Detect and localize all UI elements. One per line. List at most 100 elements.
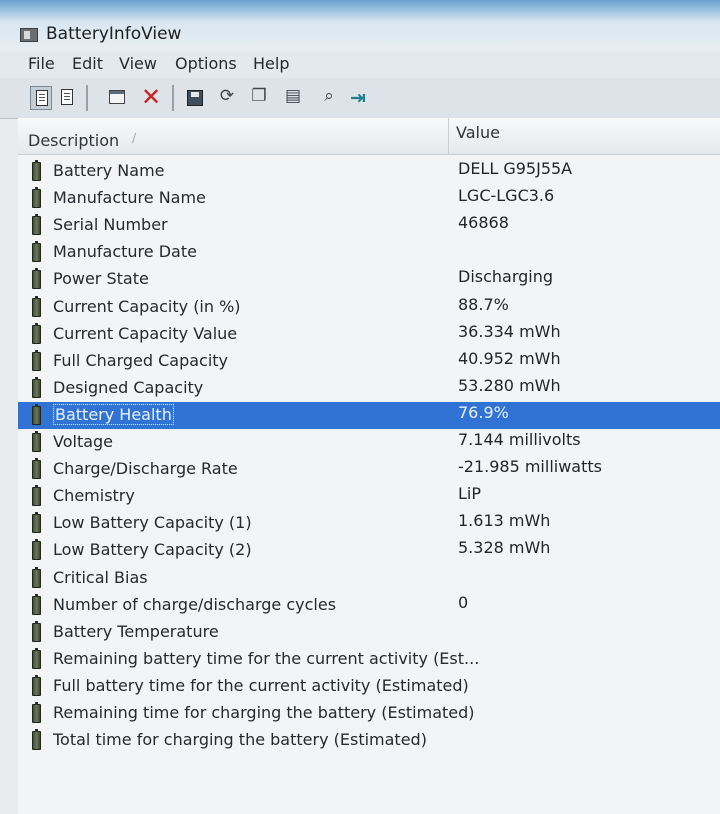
row-description: Battery Temperature: [53, 621, 219, 641]
battery-icon: [32, 702, 41, 723]
list-row[interactable]: Critical Bias: [18, 565, 720, 592]
row-description: Manufacture Name: [53, 188, 206, 208]
row-value: 5.328 mWh: [458, 538, 551, 558]
list-row[interactable]: Low Battery Capacity (1) 1.613 mWh: [18, 510, 720, 537]
list-header: Description / Value: [18, 118, 720, 155]
battery-app-icon: [20, 28, 38, 42]
column-divider[interactable]: [448, 118, 449, 154]
battery-icon: [32, 322, 41, 344]
menu-file[interactable]: File: [28, 54, 55, 73]
column-header-value[interactable]: Value: [456, 123, 500, 142]
menu-help[interactable]: Help: [253, 54, 289, 73]
properties-icon[interactable]: ▤: [282, 86, 304, 110]
list-row[interactable]: Battery Health 76.9%: [18, 401, 720, 429]
exit-icon[interactable]: ⇥: [346, 86, 368, 110]
battery-icon: [32, 539, 41, 561]
battery-icon: [32, 566, 41, 588]
refresh-icon[interactable]: ⟳: [216, 86, 238, 110]
list-row[interactable]: Chemistry LiP: [18, 483, 720, 510]
row-value: LiP: [458, 484, 482, 504]
list-row[interactable]: Designed Capacity 53.280 mWh: [18, 375, 720, 402]
row-value: 76.9%: [458, 402, 509, 422]
row-description: Low Battery Capacity (1): [53, 513, 252, 533]
row-description: Power State: [53, 269, 149, 289]
list-row[interactable]: Full Charged Capacity 40.952 mWh: [18, 348, 720, 375]
list-row[interactable]: Remaining battery time for the current a…: [18, 646, 720, 673]
view-mode-icon[interactable]: [30, 86, 52, 110]
battery-icon: [32, 160, 41, 181]
row-description: Serial Number: [53, 215, 168, 235]
row-value: 40.952 mWh: [458, 348, 561, 368]
row-description: Current Capacity (in %): [53, 296, 241, 316]
battery-icon: [32, 403, 41, 425]
row-description: Critical Bias: [53, 567, 148, 587]
list-row[interactable]: Low Battery Capacity (2) 5.328 mWh: [18, 537, 720, 564]
toolbar-separator: [86, 85, 88, 111]
row-value: 88.7%: [458, 294, 509, 314]
battery-icon: [32, 431, 41, 452]
list-row[interactable]: Current Capacity (in %) 88.7%: [18, 294, 720, 321]
row-description: Number of charge/discharge cycles: [53, 594, 337, 614]
row-value: Discharging: [458, 267, 554, 287]
row-description: Current Capacity Value: [53, 323, 238, 343]
copy-icon[interactable]: ❐: [248, 86, 270, 110]
battery-icon: [32, 214, 41, 236]
battery-icon: [32, 458, 41, 480]
row-description: Charge/Discharge Rate: [53, 459, 238, 479]
sort-arrow-icon: /: [132, 131, 137, 145]
list-row[interactable]: Manufacture Date: [18, 239, 720, 266]
menu-bar: File Edit View Options Help: [0, 52, 720, 78]
list-row[interactable]: Remaining time for charging the battery …: [18, 700, 720, 727]
row-value: DELL G95J55A: [458, 159, 573, 178]
row-value: 36.334 mWh: [458, 321, 561, 341]
list-row[interactable]: Serial Number 46868: [18, 212, 720, 239]
list-row[interactable]: Full battery time for the current activi…: [18, 673, 720, 700]
title-bar: BatteryInfoView: [0, 0, 720, 52]
row-value: -21.985 milliwatts: [458, 457, 602, 477]
list-row[interactable]: Charge/Discharge Rate -21.985 milliwatts: [18, 456, 720, 483]
save-icon[interactable]: [184, 86, 206, 110]
list-row[interactable]: Voltage 7.144 millivolts: [18, 429, 720, 456]
list-row[interactable]: Manufacture Name LGC-LGC3.6: [18, 185, 720, 212]
row-description: Full battery time for the current activi…: [53, 675, 469, 695]
battery-icon: [32, 349, 41, 371]
battery-icon: [32, 376, 41, 398]
row-description: Total time for charging the battery (Est…: [53, 730, 427, 750]
list-row[interactable]: Battery Name DELL G95J55A: [18, 158, 720, 185]
row-description: Remaining time for charging the battery …: [53, 703, 475, 722]
battery-icon: [32, 295, 41, 317]
list-row[interactable]: Battery Temperature: [18, 619, 720, 646]
row-description: Remaining battery time for the current a…: [53, 648, 480, 668]
list-row[interactable]: Power State Discharging: [18, 266, 720, 293]
row-description: Battery Name: [53, 161, 165, 180]
battery-icon: [32, 512, 41, 534]
battery-icon: [32, 620, 41, 642]
row-description: Manufacture Date: [53, 242, 197, 262]
column-header-description[interactable]: Description: [28, 131, 119, 150]
row-description: Low Battery Capacity (2): [53, 540, 252, 560]
battery-icon: [32, 593, 41, 615]
row-value: 53.280 mWh: [458, 375, 561, 395]
report-icon[interactable]: [56, 86, 78, 110]
battery-icon: [32, 187, 41, 209]
battery-icon: [32, 729, 41, 751]
toolbar: ✕ ⟳ ❐ ▤ ⌕ ⇥: [0, 78, 720, 119]
find-icon[interactable]: ⌕: [318, 86, 340, 110]
window-title: BatteryInfoView: [46, 24, 182, 44]
open-icon[interactable]: [106, 86, 128, 110]
delete-icon[interactable]: ✕: [140, 83, 162, 111]
battery-icon: [32, 268, 41, 290]
list-row[interactable]: Number of charge/discharge cycles 0: [18, 592, 720, 619]
battery-icon: [32, 674, 41, 696]
battery-info-list[interactable]: Description / Value Battery Name DELL G95…: [18, 118, 720, 814]
row-value: 7.144 millivolts: [458, 430, 581, 449]
menu-edit[interactable]: Edit: [72, 54, 103, 73]
menu-options[interactable]: Options: [175, 54, 237, 73]
menu-view[interactable]: View: [119, 54, 157, 73]
list-row[interactable]: Total time for charging the battery (Est…: [18, 727, 720, 754]
row-value: LGC-LGC3.6: [458, 186, 555, 206]
list-row[interactable]: Current Capacity Value 36.334 mWh: [18, 321, 720, 348]
battery-icon: [32, 485, 41, 507]
row-value: 1.613 mWh: [458, 511, 551, 531]
row-description: Battery Health: [53, 403, 174, 425]
